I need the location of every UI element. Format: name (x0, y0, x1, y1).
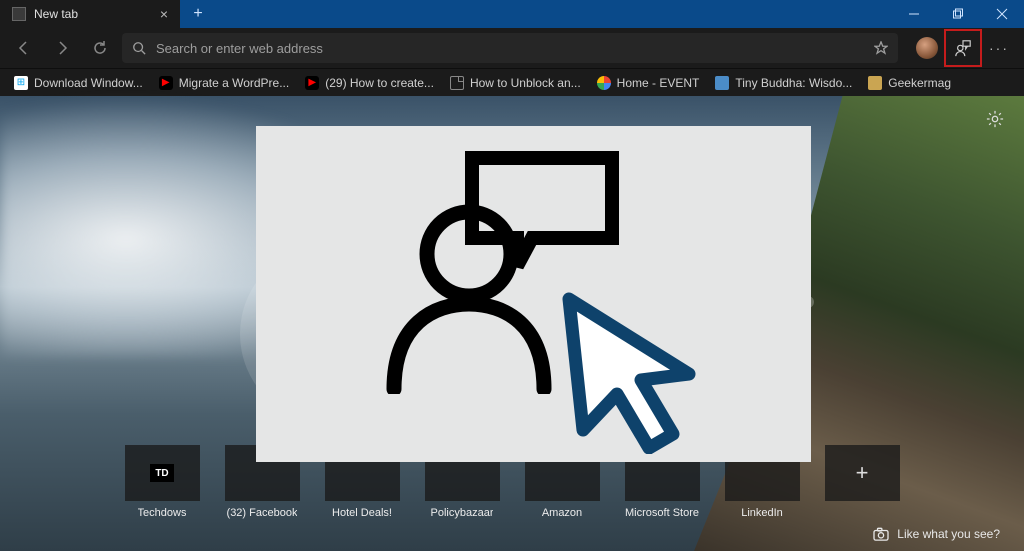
more-menu-button[interactable]: ··· (982, 31, 1016, 65)
tile-add-site[interactable]: + (816, 445, 908, 519)
address-placeholder: Search or enter web address (156, 41, 323, 56)
folder-icon (868, 76, 882, 90)
bookmark-label: Geekermag (888, 76, 951, 90)
tab-favicon (12, 7, 26, 21)
youtube-icon: ▶ (305, 76, 319, 90)
cursor-arrow-icon (549, 284, 719, 454)
new-tab-button[interactable]: + (180, 0, 216, 28)
search-icon (132, 41, 146, 55)
tile-techdows[interactable]: TD Techdows (116, 445, 208, 519)
bookmark-label: (29) How to create... (325, 76, 434, 90)
toolbar-right-icons: ··· (910, 31, 1016, 65)
camera-icon (873, 527, 889, 541)
tab-new-tab[interactable]: New tab × (0, 0, 180, 28)
tile-label: Microsoft Store (625, 507, 699, 519)
page-icon (450, 76, 464, 90)
like-what-you-see[interactable]: Like what you see? (873, 527, 1000, 541)
tile-label: Amazon (542, 507, 582, 519)
refresh-button[interactable] (84, 32, 116, 64)
bookmark-geekermag-folder[interactable]: Geekermag (868, 76, 951, 90)
back-button[interactable] (8, 32, 40, 64)
feedback-promo-panel (256, 126, 811, 462)
browser-window: New tab × + Search or enter web address (0, 0, 1024, 551)
tile-label: Techdows (138, 507, 187, 519)
titlebar-spacer (216, 0, 892, 28)
bookmark-label: Tiny Buddha: Wisdo... (735, 76, 852, 90)
minimize-button[interactable] (892, 0, 936, 28)
plus-icon: + (825, 445, 900, 501)
site-icon (715, 76, 729, 90)
toolbar: Search or enter web address ··· (0, 28, 1024, 68)
bookmark-migrate-wordpress[interactable]: ▶ Migrate a WordPre... (159, 76, 289, 90)
bookmark-label: How to Unblock an... (470, 76, 581, 90)
google-icon (597, 76, 611, 90)
favorite-star-icon[interactable] (874, 41, 888, 55)
tile-label: LinkedIn (741, 507, 783, 519)
bookmark-home-event[interactable]: Home - EVENT (597, 76, 700, 90)
profile-avatar-button[interactable] (910, 31, 944, 65)
address-bar[interactable]: Search or enter web address (122, 33, 898, 63)
tab-title: New tab (34, 7, 78, 21)
bookmarks-bar: ⊞ Download Window... ▶ Migrate a WordPre..… (0, 68, 1024, 96)
person-icon (374, 164, 574, 394)
tile-label (860, 507, 863, 519)
tab-close-icon[interactable]: × (160, 6, 168, 22)
forward-button[interactable] (46, 32, 78, 64)
person-feedback-icon (954, 39, 972, 57)
techdows-icon: TD (150, 464, 174, 482)
ms-icon: ⊞ (14, 76, 28, 90)
tile-label: Policybazaar (431, 507, 494, 519)
feedback-button[interactable] (946, 31, 980, 65)
bookmark-download-windows[interactable]: ⊞ Download Window... (14, 76, 143, 90)
bookmark-label: Home - EVENT (617, 76, 700, 90)
maximize-button[interactable] (936, 0, 980, 28)
titlebar: New tab × + (0, 0, 1024, 28)
youtube-icon: ▶ (159, 76, 173, 90)
tile-label: (32) Facebook (227, 507, 298, 519)
new-tab-page: TD Techdows (32) Facebook Hotel Deals! Po… (0, 96, 1024, 551)
page-settings-button[interactable] (986, 110, 1004, 133)
ellipsis-icon: ··· (989, 40, 1009, 56)
bookmark-label: Migrate a WordPre... (179, 76, 289, 90)
like-text: Like what you see? (897, 527, 1000, 541)
avatar-icon (916, 37, 938, 59)
bookmark-how-to-unblock[interactable]: How to Unblock an... (450, 76, 581, 90)
bookmark-label: Download Window... (34, 76, 143, 90)
window-controls (892, 0, 1024, 28)
bookmark-how-to-create[interactable]: ▶ (29) How to create... (305, 76, 434, 90)
gear-icon (986, 110, 1004, 128)
feedback-illustration (374, 154, 694, 434)
close-window-button[interactable] (980, 0, 1024, 28)
tile-label: Hotel Deals! (332, 507, 392, 519)
bookmark-tiny-buddha[interactable]: Tiny Buddha: Wisdo... (715, 76, 852, 90)
